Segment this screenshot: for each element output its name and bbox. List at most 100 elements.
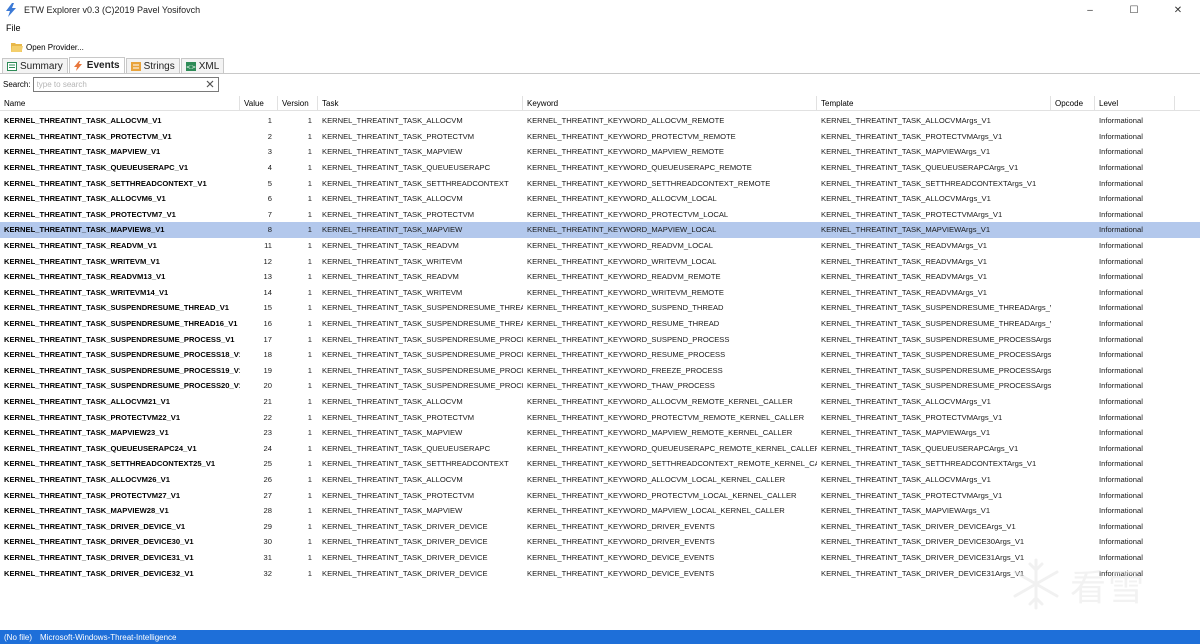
tab-events[interactable]: Events [68, 57, 125, 73]
table-row[interactable]: KERNEL_THREATINT_TASK_SETTHREADCONTEXT 25… [0, 456, 1200, 472]
cell-keyword: KERNEL_THREATINT_KEYWORD_DRIVER_EVENTS [527, 537, 715, 547]
tab-xml[interactable]: <> XML [180, 58, 225, 73]
table-row[interactable]: KERNEL_THREATINT_TASK_QUEUEUSERAPC24_V1 2… [0, 440, 1200, 456]
cell-task: KERNEL_THREATINT_TASK_SUSPENDRESUME_PROC… [322, 381, 523, 391]
table-row[interactable]: KERNEL_THREATINT_TASK_SETTHREADCONTEXT_V… [0, 175, 1200, 191]
cell-version: 1 [307, 303, 312, 313]
table-row[interactable]: KERNEL_THREATINT_TASK_MAPVIEW23_V1 23 1 KER… [0, 425, 1200, 441]
title-bar: ETW Explorer v0.3 (C)2019 Pavel Yosifovc… [0, 0, 1200, 20]
column-header-name[interactable]: Name [0, 96, 240, 110]
cell-value: 26 [263, 474, 272, 484]
table-row[interactable]: KERNEL_THREATINT_TASK_SUSPENDRESUME_PROC… [0, 347, 1200, 363]
column-header-task[interactable]: Task [318, 96, 523, 110]
cell-value: 2 [267, 131, 272, 141]
cell-name: KERNEL_THREATINT_TASK_SUSPENDRESUME_PROC… [4, 334, 235, 344]
table-row[interactable]: KERNEL_THREATINT_TASK_ALLOCVM_V1 1 1 KERNEL… [0, 113, 1200, 129]
status-provider: Microsoft-Windows-Threat-Intelligence [40, 632, 177, 642]
cell-value: 16 [263, 319, 272, 329]
column-header-template[interactable]: Template [817, 96, 1051, 110]
table-row[interactable]: KERNEL_THREATINT_TASK_SUSPENDRESUME_PROC… [0, 363, 1200, 379]
table-row[interactable]: KERNEL_THREATINT_TASK_DRIVER_DEVICE30_V1… [0, 534, 1200, 550]
cell-value: 4 [267, 163, 272, 173]
table-row[interactable]: KERNEL_THREATINT_TASK_DRIVER_DEVICE_V1 29… [0, 518, 1200, 534]
cell-template: KERNEL_THREATINT_TASK_MAPVIEWArgs_V1 [821, 225, 991, 235]
cell-keyword: KERNEL_THREATINT_KEYWORD_DEVICE_EVENTS [527, 568, 715, 578]
cell-level: Informational [1099, 241, 1143, 251]
table-row[interactable]: KERNEL_THREATINT_TASK_SUSPENDRESUME_THRE… [0, 300, 1200, 316]
cell-keyword: KERNEL_THREATINT_KEYWORD_RESUME_PROCESS [527, 350, 726, 360]
table-row[interactable]: KERNEL_THREATINT_TASK_ALLOCVM6_V1 6 1 KERNE… [0, 191, 1200, 207]
column-header-version[interactable]: Version [278, 96, 318, 110]
cell-task: KERNEL_THREATINT_TASK_SUSPENDRESUME_PROC… [322, 350, 523, 360]
status-bar: (No file) Microsoft-Windows-Threat-Intel… [0, 630, 1200, 644]
cell-keyword: KERNEL_THREATINT_KEYWORD_SETTHREADCONTEX… [527, 178, 771, 188]
cell-version: 1 [307, 287, 312, 297]
cell-keyword: KERNEL_THREATINT_KEYWORD_QUEUEUSERAPC_RE… [527, 163, 752, 173]
table-row[interactable]: KERNEL_THREATINT_TASK_PROTECTVM_V1 2 1 KERN… [0, 129, 1200, 145]
cell-value: 6 [267, 194, 272, 204]
cell-template: KERNEL_THREATINT_TASK_SETTHREADCONTEXTAr… [821, 178, 1037, 188]
cell-version: 1 [307, 474, 312, 484]
cell-value: 22 [263, 412, 272, 422]
cell-keyword: KERNEL_THREATINT_KEYWORD_PROTECTVM_LOCAL… [527, 490, 797, 500]
table-row[interactable]: KERNEL_THREATINT_TASK_PROTECTVM27_V1 27 1 K… [0, 487, 1200, 503]
cell-task: KERNEL_THREATINT_TASK_PROTECTVM [322, 490, 475, 500]
table-row[interactable]: KERNEL_THREATINT_TASK_MAPVIEW28_V1 28 1 KER… [0, 503, 1200, 519]
table-row[interactable]: KERNEL_THREATINT_TASK_ALLOCVM21_V1 21 1 KER… [0, 394, 1200, 410]
tab-strings[interactable]: Strings [125, 58, 180, 73]
cell-template: KERNEL_THREATINT_TASK_PROTECTVMArgs_V1 [821, 131, 1003, 141]
cell-value: 1 [267, 116, 272, 126]
table-row[interactable]: KERNEL_THREATINT_TASK_MAPVIEW_V1 3 1 KERNEL… [0, 144, 1200, 160]
clear-search-icon[interactable] [205, 78, 215, 91]
table-row[interactable]: KERNEL_THREATINT_TASK_SUSPENDRESUME_THRE… [0, 316, 1200, 332]
table-row[interactable]: KERNEL_THREATINT_TASK_QUEUEUSERAPC_V1 4 1 K… [0, 160, 1200, 176]
table-row[interactable]: KERNEL_THREATINT_TASK_SUSPENDRESUME_PROC… [0, 331, 1200, 347]
cell-version: 1 [307, 459, 312, 469]
column-header-opcode[interactable]: Opcode [1051, 96, 1095, 110]
table-row[interactable]: KERNEL_THREATINT_TASK_SUSPENDRESUME_PROC… [0, 378, 1200, 394]
table-row[interactable]: KERNEL_THREATINT_TASK_ALLOCVM26_V1 26 1 KER… [0, 472, 1200, 488]
folder-open-icon [11, 42, 23, 52]
cell-level: Informational [1099, 131, 1143, 141]
cell-version: 1 [307, 443, 312, 453]
column-header-value[interactable]: Value [240, 96, 278, 110]
table-row[interactable]: KERNEL_THREATINT_TASK_WRITEVM_V1 12 1 KERNE… [0, 253, 1200, 269]
tab-summary[interactable]: Summary [2, 58, 68, 73]
open-provider-button[interactable]: Open Provider... [8, 40, 87, 54]
table-row[interactable]: KERNEL_THREATINT_TASK_READVM_V1 11 1 KERNEL… [0, 238, 1200, 254]
cell-template: KERNEL_THREATINT_TASK_READVMArgs_V1 [821, 272, 987, 282]
search-input[interactable] [33, 77, 202, 91]
cell-name: KERNEL_THREATINT_TASK_READVM_V1 [4, 241, 157, 251]
cell-version: 1 [307, 490, 312, 500]
cell-version: 1 [307, 178, 312, 188]
table-row[interactable]: KERNEL_THREATINT_TASK_PROTECTVM22_V1 22 1 K… [0, 409, 1200, 425]
cell-value: 13 [263, 272, 272, 282]
cell-name: KERNEL_THREATINT_TASK_READVM13_V1 [4, 272, 166, 282]
column-header-level[interactable]: Level [1095, 96, 1175, 110]
cell-name: KERNEL_THREATINT_TASK_MAPVIEW8_V1 [4, 225, 165, 235]
table-row[interactable]: KERNEL_THREATINT_TASK_PROTECTVM7_V1 7 1 KER… [0, 207, 1200, 223]
table-row[interactable]: KERNEL_THREATINT_TASK_WRITEVM14_V1 14 1 KER… [0, 285, 1200, 301]
cell-template: KERNEL_THREATINT_TASK_PROTECTVMArgs_V1 [821, 490, 1003, 500]
table-row[interactable]: KERNEL_THREATINT_TASK_MAPVIEW8_V1 8 1 KERNE… [0, 222, 1200, 238]
cell-version: 1 [307, 319, 312, 329]
cell-level: Informational [1099, 209, 1143, 219]
cell-template: KERNEL_THREATINT_TASK_READVMArgs_V1 [821, 287, 987, 297]
maximize-button[interactable]: ☐ [1112, 0, 1156, 20]
cell-template: KERNEL_THREATINT_TASK_SUSPENDRESUME_THRE… [821, 303, 1051, 313]
minimize-button[interactable]: – [1068, 0, 1112, 20]
close-button[interactable]: ✕ [1156, 0, 1200, 20]
search-row: Search: [0, 75, 1200, 93]
cell-value: 24 [263, 443, 272, 453]
cell-task: KERNEL_THREATINT_TASK_DRIVER_DEVICE [322, 552, 488, 562]
cell-version: 1 [307, 428, 312, 438]
cell-task: KERNEL_THREATINT_TASK_WRITEVM [322, 287, 463, 297]
cell-name: KERNEL_THREATINT_TASK_QUEUEUSERAPC24_V1 [4, 443, 197, 453]
cell-keyword: KERNEL_THREATINT_KEYWORD_READVM_REMOTE [527, 272, 721, 282]
cell-keyword: KERNEL_THREATINT_KEYWORD_QUEUEUSERAPC_RE… [527, 443, 817, 453]
menu-file[interactable]: File [0, 23, 27, 33]
open-provider-label: Open Provider... [26, 42, 84, 52]
column-header-keyword[interactable]: Keyword [523, 96, 817, 110]
cell-version: 1 [307, 163, 312, 173]
table-row[interactable]: KERNEL_THREATINT_TASK_READVM13_V1 13 1 KERN… [0, 269, 1200, 285]
